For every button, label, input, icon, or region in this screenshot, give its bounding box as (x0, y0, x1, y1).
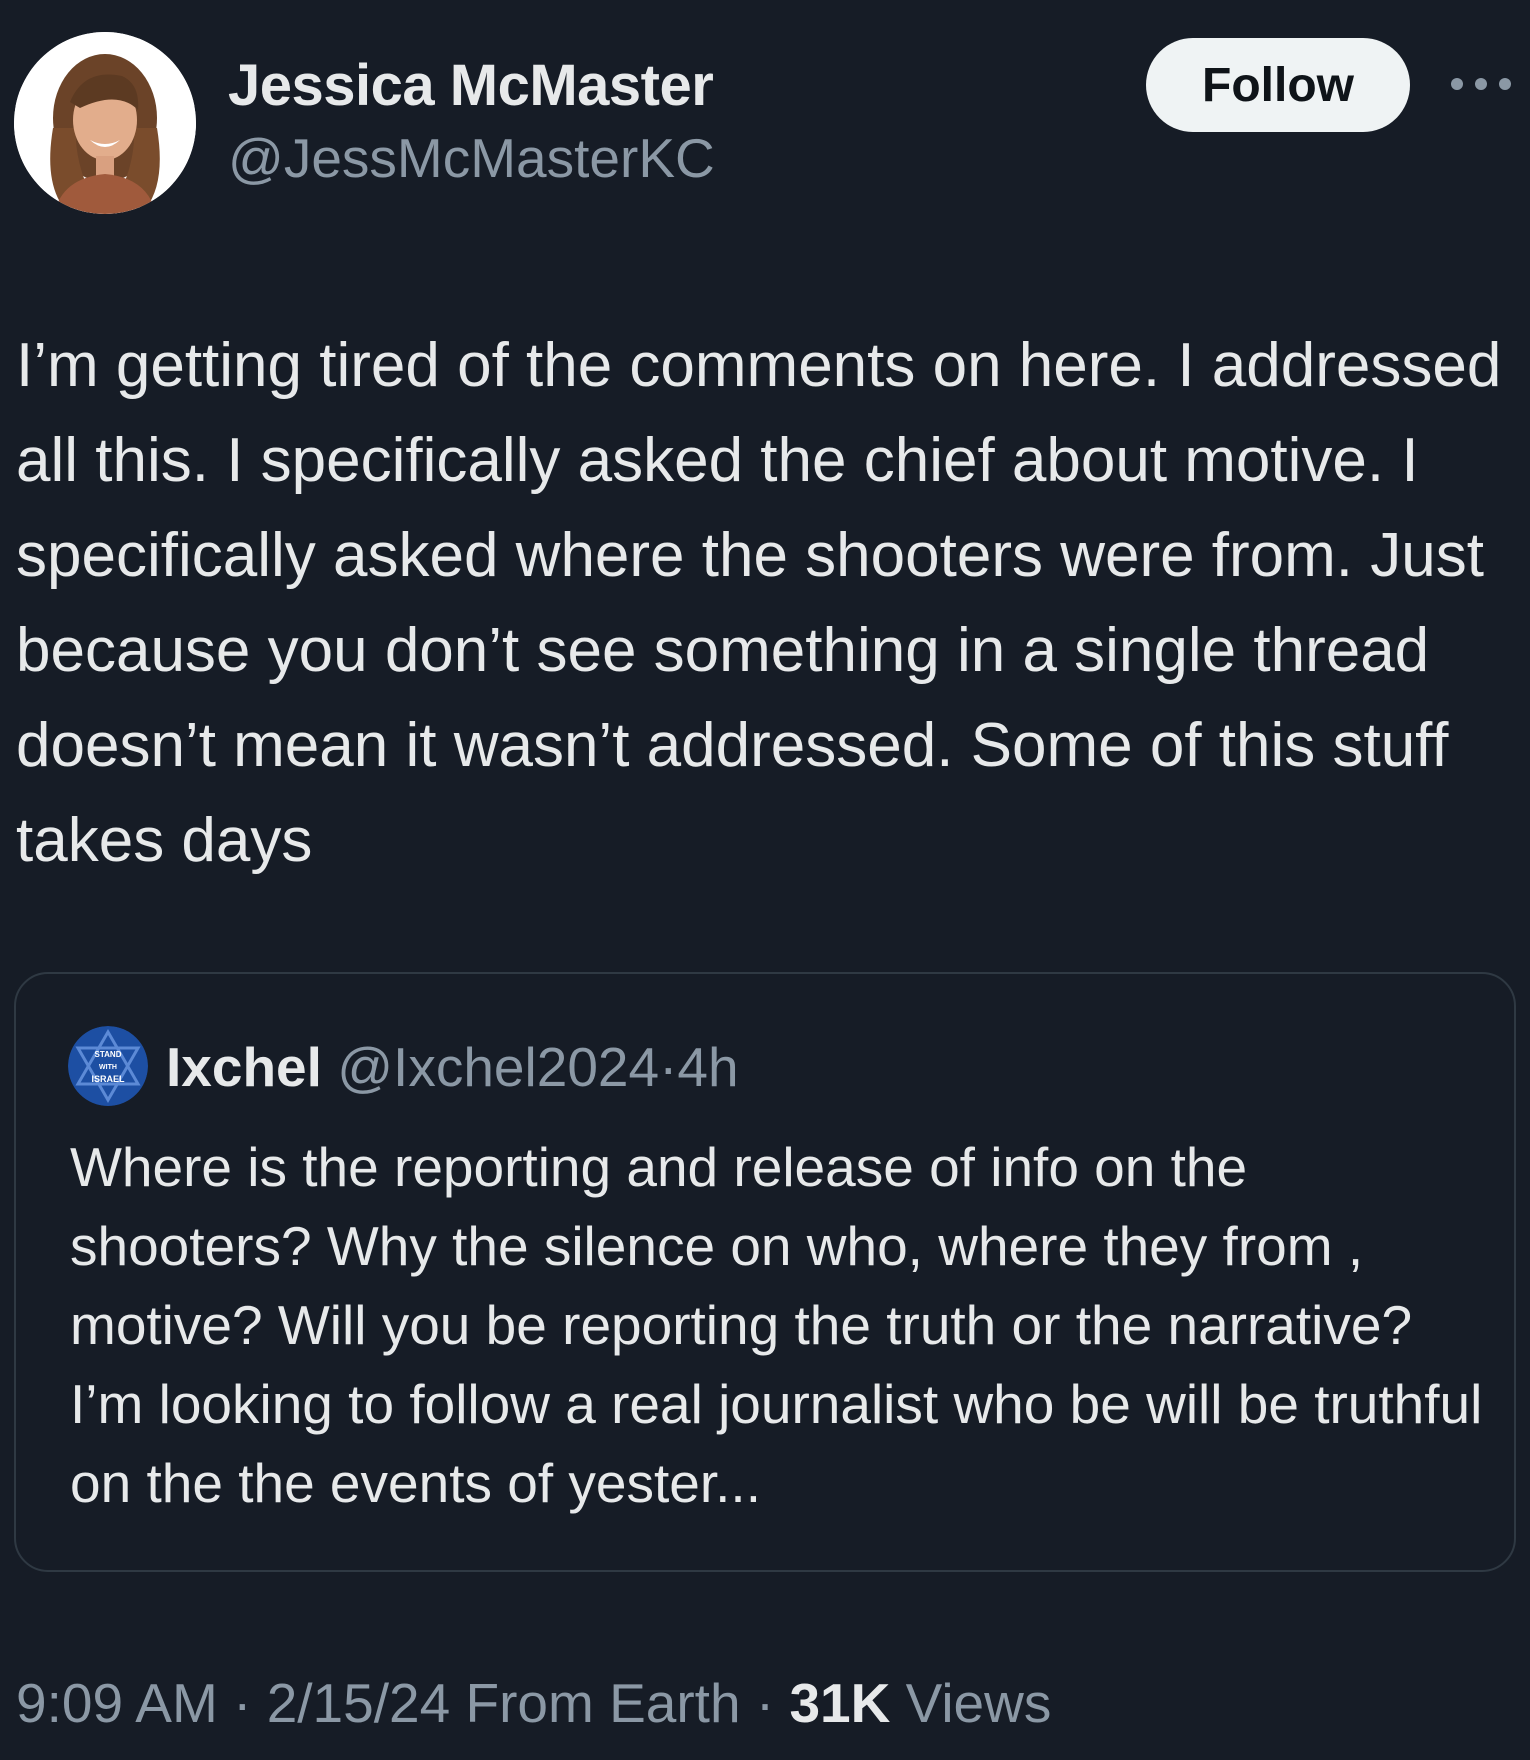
tweet-text: I’m getting tired of the comments on her… (16, 331, 1502, 875)
tweet-source: From Earth (465, 1672, 741, 1734)
profile-photo-icon (14, 32, 196, 214)
star-of-david-icon: STAND WITH ISRAEL (68, 1026, 148, 1106)
quoted-display-name[interactable]: Ixchel (166, 1036, 322, 1098)
ellipsis-icon (1451, 78, 1511, 90)
separator-dot: · (755, 1672, 775, 1734)
more-options-button[interactable] (1446, 62, 1516, 106)
quoted-tweet-text: Where is the reporting and release of in… (70, 1136, 1483, 1514)
quoted-timestamp[interactable]: 4h (677, 1036, 738, 1098)
tweet-date[interactable]: 2/15/24 (267, 1672, 451, 1734)
tweet-time[interactable]: 9:09 AM (16, 1672, 218, 1734)
quoted-author-avatar[interactable]: STAND WITH ISRAEL (68, 1026, 148, 1106)
tweet-metadata: 9:09 AM · 2/15/24 From Earth · 31K Views (16, 1670, 1051, 1736)
views-label[interactable]: Views (906, 1672, 1052, 1734)
avatar-text-line: STAND (95, 1050, 122, 1059)
author-avatar[interactable] (14, 32, 196, 214)
quoted-tweet-card[interactable]: STAND WITH ISRAEL Ixchel @Ixchel2024·4h … (14, 972, 1516, 1572)
separator-dot: · (659, 1036, 678, 1098)
follow-button[interactable]: Follow (1146, 38, 1410, 132)
avatar-text-line: ISRAEL (91, 1074, 125, 1084)
quoted-handle[interactable]: @Ixchel2024 (337, 1036, 659, 1098)
author-display-name[interactable]: Jessica McMaster (228, 52, 714, 120)
separator-dot: · (233, 1672, 252, 1734)
author-handle[interactable]: @JessMcMasterKC (228, 126, 715, 190)
views-count[interactable]: 31K (789, 1672, 890, 1734)
avatar-text-line: WITH (99, 1064, 117, 1071)
quoted-tweet-header: Ixchel @Ixchel2024·4h (166, 1034, 739, 1100)
